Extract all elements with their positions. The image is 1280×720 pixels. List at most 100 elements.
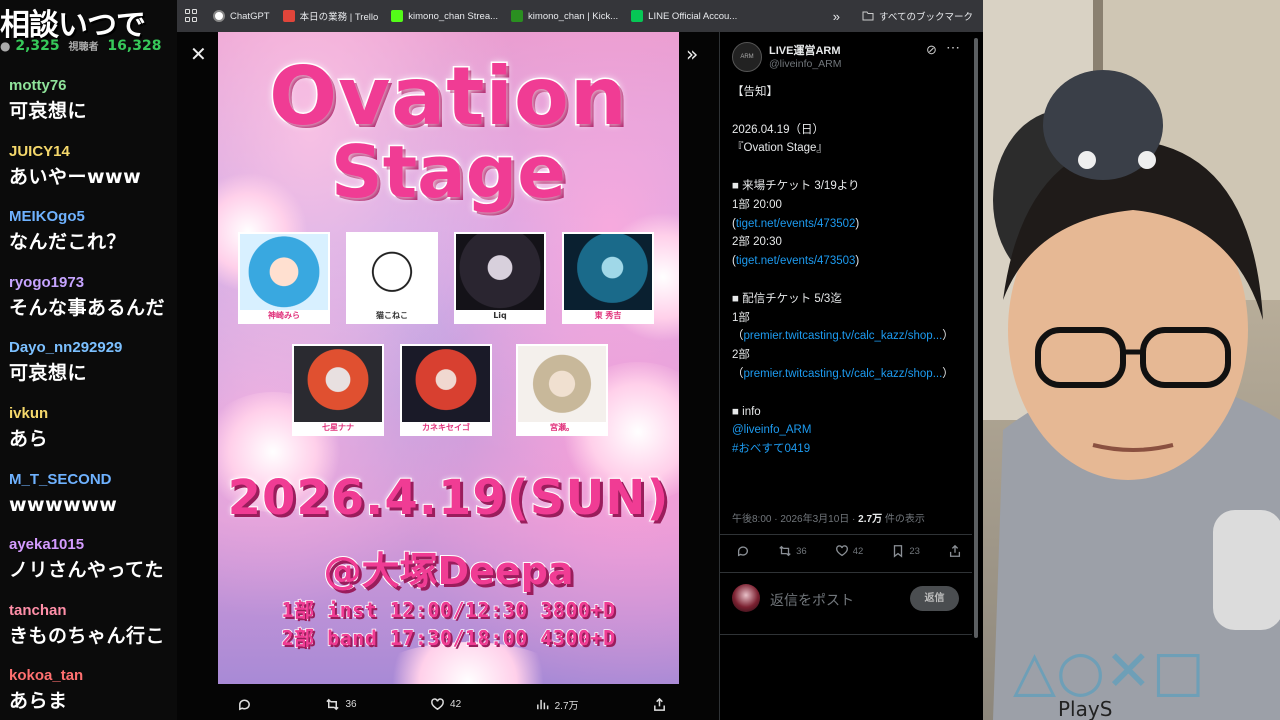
author-handle[interactable]: @liveinfo_ARM (769, 58, 842, 70)
chat-message: motty76 可哀想に (0, 76, 177, 142)
chat-text: あらま (9, 690, 68, 713)
tweet-line: ■ info (732, 405, 761, 418)
tweet-line: （premier.twitcasting.tv/calc_kazz/shop..… (732, 327, 968, 346)
tweet-body: 【告知】 2026.04.19（日） 『Ovation Stage』 ■ 来場チ… (732, 83, 968, 459)
artist-card: 神崎みら (238, 232, 330, 324)
chat-username[interactable]: ryogo1973 (9, 273, 177, 293)
poster-schedule-part2: 2部 band 17:30/18:00 4300+D (281, 625, 616, 651)
kick-icon (391, 10, 404, 22)
tweet-line: 2026.04.19（日） (732, 123, 825, 136)
artist-card: 七星ナナ (292, 344, 384, 436)
tweet-paren: （ (732, 330, 744, 343)
next-media-button[interactable]: » (686, 42, 698, 66)
chat-username[interactable]: M_T_SECOND (9, 470, 177, 490)
viewer-view-count: 2.7万 (554, 700, 579, 712)
bookmark-item[interactable]: 本日の業務 | Trello (282, 9, 378, 23)
analytics-icon (536, 699, 549, 709)
chat-text: 可哀想に (9, 362, 88, 385)
chat-username[interactable]: MEIKOgo5 (9, 207, 177, 227)
chat-text: あいやーwww (9, 165, 142, 188)
reply-button[interactable] (736, 544, 750, 558)
viewer-retweet-count: 36 (345, 698, 357, 710)
bookmark-icon (894, 545, 903, 558)
tweet-panel: ARM LIVE運営ARM @liveinfo_ARM ⊘ ⋯ 【告知】 202… (719, 32, 983, 720)
heart-icon (835, 545, 848, 557)
stream-link-2[interactable]: premier.twitcasting.tv/calc_kazz/shop... (744, 368, 943, 380)
grok-icon[interactable]: ⊘ (926, 42, 937, 58)
retweet-button[interactable]: 36 (778, 544, 807, 558)
bookmark-item[interactable]: kimono_chan Strea... (391, 10, 498, 22)
viewer-retweet-button[interactable]: 36 (325, 697, 357, 712)
tweet-paren: ) (855, 255, 860, 268)
artist-portrait (294, 346, 382, 430)
viewer-like-button[interactable]: 42 (430, 697, 461, 712)
apps-grid-icon[interactable] (185, 9, 199, 23)
divider (720, 634, 972, 635)
bookmark-item[interactable]: LINE Official Accou... (631, 10, 737, 22)
bookmark-item[interactable]: ChatGPT (213, 10, 270, 22)
tweet-line: 2部 20:30 (732, 236, 782, 249)
share-icon (654, 697, 665, 711)
author-avatar[interactable]: ARM (732, 42, 762, 72)
bookmark-button[interactable]: 23 (891, 544, 920, 558)
tweet-paren: ） (942, 330, 954, 343)
tweet-line: (tiget.net/events/473502) (732, 215, 968, 234)
divider (720, 534, 972, 535)
share-button[interactable] (948, 544, 962, 558)
stream-link-1[interactable]: premier.twitcasting.tv/calc_kazz/shop... (744, 330, 943, 342)
mention-link[interactable]: @liveinfo_ARM (732, 421, 968, 440)
close-viewer-button[interactable]: ✕ (190, 42, 207, 66)
ticket-link-2[interactable]: tiget.net/events/473503 (736, 255, 856, 267)
artist-portrait (402, 346, 490, 430)
artist-portrait (240, 234, 328, 318)
reply-input[interactable]: 返信をポスト (770, 590, 854, 610)
chat-message: Dayo_nn292929 可哀想に (0, 338, 177, 404)
ticket-link-1[interactable]: tiget.net/events/473502 (736, 218, 856, 230)
reply-submit-button[interactable]: 返信 (910, 586, 959, 611)
more-options-icon[interactable]: ⋯ (946, 39, 960, 56)
chat-text: wwwwww (9, 493, 118, 516)
chat-username[interactable]: Dayo_nn292929 (9, 338, 177, 358)
chat-username[interactable]: tanchan (9, 601, 177, 621)
bookmark-bar: ChatGPT 本日の業務 | Trello kimono_chan Strea..… (177, 0, 983, 32)
chat-username[interactable]: JUICY14 (9, 142, 177, 162)
viewer-share-button[interactable] (652, 697, 667, 712)
share-icon (949, 544, 961, 557)
like-button[interactable]: 42 (835, 544, 864, 558)
artist-name: 東 秀吉 (564, 310, 652, 322)
bookmark-item[interactable]: kimono_chan | Kick... (511, 10, 618, 22)
author-name[interactable]: LIVE運営ARM (769, 42, 841, 58)
artist-portrait (456, 234, 544, 318)
scrollbar[interactable] (974, 38, 978, 638)
artist-card: カネキセイゴ (400, 344, 492, 436)
user-avatar (732, 584, 760, 612)
retweet-icon (326, 698, 340, 710)
tweet-timestamp[interactable]: 午後8:00 · 2026年3月10日 · (732, 514, 858, 525)
viewer-reply-button[interactable] (237, 697, 252, 712)
tweet-paren: （ (732, 367, 744, 380)
viewer-count-icon: ● (0, 39, 11, 53)
like-count: 42 (852, 545, 864, 557)
artist-name: Liq (456, 310, 544, 322)
event-poster-image: Ovation Stage 神崎みら 猫こねこ Liq 東 秀吉 七星ナナ カネ… (218, 32, 679, 684)
trello-icon (282, 10, 295, 22)
viewer-views-button[interactable]: 2.7万 (535, 697, 579, 712)
tweet-paren: ) (855, 217, 860, 230)
divider (720, 572, 972, 573)
chat-text: あら (9, 427, 49, 450)
reply-icon (239, 699, 250, 710)
tweet-line: ■ 来場チケット 3/19より (732, 179, 860, 192)
all-bookmarks-button[interactable]: すべてのブックマーク (862, 9, 973, 23)
chat-username[interactable]: kokoa_tan (9, 666, 177, 686)
chat-text: なんだこれ？ (9, 231, 127, 254)
chat-username[interactable]: ayeka1015 (9, 535, 177, 555)
chat-username[interactable]: motty76 (9, 76, 177, 96)
bookmarks-overflow-button[interactable]: » (833, 9, 840, 24)
chat-username[interactable]: ivkun (9, 404, 177, 424)
tweet-line: （premier.twitcasting.tv/calc_kazz/shop..… (732, 365, 968, 384)
hashtag-link[interactable]: #おべすて0419 (732, 440, 968, 459)
tweet-paren: ） (942, 367, 954, 380)
svg-text:PlayS: PlayS (1058, 697, 1112, 720)
